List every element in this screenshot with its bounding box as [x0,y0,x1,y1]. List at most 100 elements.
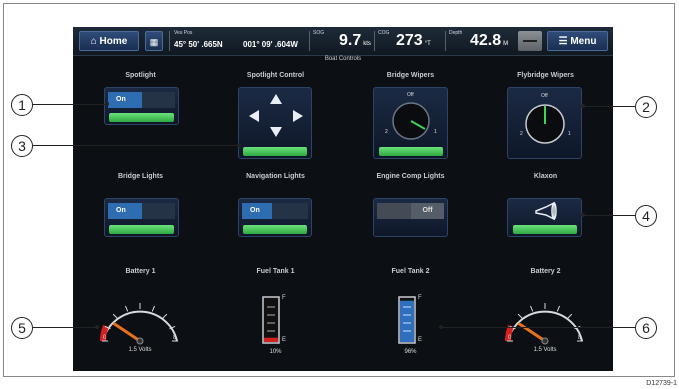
callout-2: 2 [635,96,657,118]
callout-dot [581,104,585,108]
fuel-tank1-full: F [282,295,286,301]
spotlight-control-indicator [243,147,307,156]
depth-unit: M [503,41,509,47]
divider [169,31,170,51]
pilot-icon [523,40,537,42]
fuel-tank1-label: Fuel Tank 1 [256,268,295,275]
gauge-needle [517,321,546,343]
dpad-arrows [249,94,303,137]
data-bar: ⌂ Home ▦ Ves Pos 45° 50' .665N 001° 09' … [73,27,613,56]
fuel-level-fill [264,337,278,342]
menu-button[interactable]: ☰ Menu [547,31,608,51]
callout-dot [95,325,99,329]
grid-icon[interactable]: ▦ [145,31,163,51]
up-arrow-icon[interactable] [270,94,282,104]
navigation-lights-indicator [243,225,307,234]
gauge-tick [567,313,573,319]
pilot-button[interactable] [518,31,542,51]
bridge-wipers-off: Off [407,92,414,98]
battery1-label: Battery 1 [125,268,156,275]
bridge-wipers-pos1: 1 [434,129,437,135]
bridge-lights-label: Bridge Lights [117,173,164,180]
fuel-tank2-full: F [418,295,422,301]
callout-leader [583,106,635,107]
cog-unit: °T [424,41,431,47]
left-arrow-icon[interactable] [249,110,259,122]
bridge-lights-toggle[interactable]: On [108,203,175,219]
display-screen: ⌂ Home ▦ Ves Pos 45° 50' .665N 001° 09' … [73,27,613,371]
flybridge-wipers-off: Off [541,93,548,99]
fuel-tank1-reading: 10% [269,349,282,355]
bridge-lights-state: On [108,203,142,219]
bridge-wipers-indicator [379,147,443,156]
spotlight-state: On [108,92,142,108]
spotlight-toggle[interactable]: On [108,92,175,108]
depth-readout: 42.8 M [470,32,508,50]
spotlight-label: Spotlight [125,72,156,79]
fuel-tank1-empty: E [282,337,287,343]
callout-dot [237,143,241,147]
latitude-value: 45° 50' .665N [174,40,223,49]
figure-code: D12739-1 [646,380,677,387]
navigation-lights-state: On [242,203,272,219]
bridge-wipers-label: Bridge Wipers [386,72,435,79]
flybridge-wipers-pos1: 1 [568,131,571,137]
callout-1: 1 [11,94,33,116]
cog-readout: 273 °T [396,32,431,50]
callout-6: 6 [635,317,657,339]
gauge-tick [556,305,561,312]
cog-value: 273 [396,32,423,49]
spotlight-dpad [238,87,312,159]
battery2-dial [504,303,583,345]
battery2-label: Battery 2 [530,268,561,275]
callout-leader [33,145,239,146]
horn-icon [535,201,557,221]
callout-4: 4 [635,205,657,227]
home-icon: ⌂ [90,36,100,47]
gauge-needle [112,321,141,343]
navigation-lights-toggle[interactable]: On [242,203,308,219]
bridge-lights-control[interactable]: On [104,198,179,237]
spotlight-control-label: Spotlight Control [246,72,305,79]
navigation-lights-control[interactable]: On [238,198,312,237]
depth-label: Depth [449,30,463,36]
battery2-min: 0 [508,335,512,341]
engine-comp-lights-toggle[interactable]: Off [377,203,444,219]
battery1-gauge: 0 8 [95,277,185,345]
flybridge-wipers-control[interactable]: Off 2 1 [507,87,582,159]
callout-dot [581,213,585,217]
page-subtitle: Boat Controls [324,56,362,62]
callout-leader [583,215,635,216]
callout-dot [439,325,443,329]
navigation-lights-label: Navigation Lights [246,173,305,180]
sog-value: 9.7 [339,32,362,49]
battery1-reading: 1.5 Volts [128,347,152,353]
divider [309,31,310,51]
callout-3: 3 [11,135,33,157]
bridge-wipers-control[interactable]: Off 2 1 [373,87,448,159]
sog-unit: kts [363,41,371,47]
fuel-tank1-gauge: F E [259,295,289,347]
klaxon-control[interactable] [507,198,582,237]
menu-icon: ☰ [558,36,571,47]
bridge-wipers-pos2: 2 [385,129,388,135]
callout-dot [105,102,109,106]
home-button[interactable]: ⌂ Home [79,31,139,51]
divider [445,31,446,51]
bridge-lights-indicator [109,225,174,234]
battery2-max: 8 [578,335,582,341]
engine-comp-lights-state: Off [411,203,444,219]
klaxon-label: Klaxon [533,173,558,180]
spotlight-control[interactable]: On [104,87,179,125]
sog-readout: 9.7 kts [339,32,371,50]
klaxon-indicator [513,225,577,234]
engine-comp-lights-control[interactable]: Off [373,198,448,237]
gauge-tick [124,305,129,312]
callout-leader [441,327,635,328]
down-arrow-icon[interactable] [270,127,282,137]
flybridge-wipers-label: Flybridge Wipers [517,72,574,79]
flybridge-wipers-pos2: 2 [520,131,523,137]
ves-pos-label: Ves Pos [174,30,193,36]
right-arrow-icon[interactable] [293,110,303,122]
callout-leader [33,327,97,328]
